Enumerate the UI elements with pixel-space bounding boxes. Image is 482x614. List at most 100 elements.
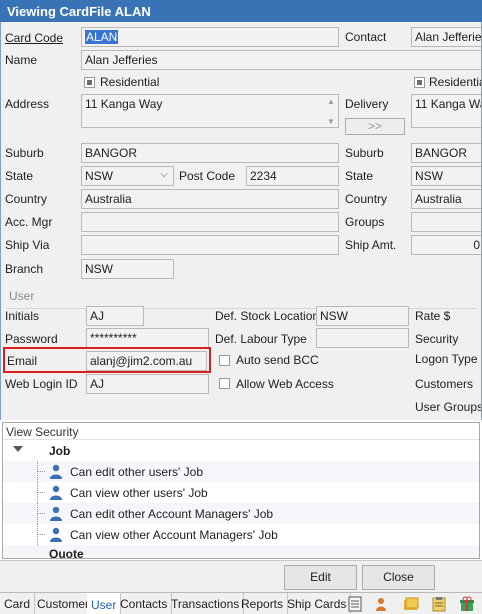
folder-icon[interactable] (403, 596, 419, 612)
window-title: Viewing CardFile ALAN (0, 0, 482, 22)
delivery-suburb-field[interactable]: BANGOR (411, 143, 481, 163)
ship-amt-field[interactable]: 0 (411, 235, 481, 255)
card-code-label: Card Code (5, 31, 64, 45)
tree-group-job[interactable]: Job (3, 440, 479, 461)
logon-type-label: Logon Type (415, 352, 478, 366)
post-code-label: Post Code (179, 169, 236, 183)
delivery-country-label: Country (345, 192, 388, 206)
residential-label: Residential (100, 75, 160, 89)
user-icon (50, 527, 62, 542)
security-label: Security (415, 332, 459, 346)
delivery-address-field[interactable]: 11 Kanga Way (411, 94, 481, 128)
web-login-id-label: Web Login ID (5, 377, 78, 391)
tab-customer[interactable]: Customer (33, 593, 95, 614)
branch-label: Branch (5, 262, 44, 276)
user-card-icon[interactable] (374, 596, 390, 612)
allow-web-access-checkbox[interactable] (219, 378, 230, 389)
suburb-field[interactable]: BANGOR (81, 143, 339, 163)
user-icon (50, 464, 62, 479)
country-label: Country (5, 192, 48, 206)
view-security-title: View Security (3, 423, 479, 440)
tab-card[interactable]: Card (0, 593, 36, 614)
groups-field[interactable] (411, 212, 481, 232)
name-label: Name (5, 53, 38, 67)
residential-checkbox[interactable] (84, 77, 95, 88)
tab-contacts[interactable]: Contacts (116, 593, 173, 614)
tree-item-label: Can edit other users' Job (70, 465, 204, 479)
collapse-icon[interactable] (13, 446, 23, 452)
ship-via-field[interactable] (81, 235, 339, 255)
notes-icon[interactable] (347, 596, 363, 612)
delivery-residential-checkbox[interactable] (414, 77, 425, 88)
delivery-label: Delivery (345, 97, 389, 111)
def-labour-type-label: Def. Labour Type (215, 332, 307, 346)
tree-group-label: Job (49, 444, 71, 458)
edit-button[interactable]: Edit (284, 565, 357, 590)
tree-item-label: Can edit other Account Managers' Job (70, 507, 274, 521)
web-login-id-field[interactable]: AJ (86, 374, 209, 394)
tree-item[interactable]: Can edit other Account Managers' Job (3, 503, 479, 524)
branch-field[interactable]: NSW (81, 259, 174, 279)
view-security-panel: View Security Job Can edit other users' … (2, 422, 480, 559)
user-icon (50, 485, 62, 500)
email-field[interactable]: alanj@jim2.com.au (86, 351, 207, 371)
suburb-label: Suburb (5, 146, 44, 160)
def-labour-type-field[interactable] (316, 328, 409, 348)
cardfile-form: Card Code ALAN Contact Alan Jefferies Na… (0, 22, 482, 420)
user-icon (50, 506, 62, 521)
user-section-label: User (9, 289, 35, 303)
state-label: State (5, 169, 34, 183)
chevron-down-icon[interactable]: ⌵ (160, 169, 168, 180)
address-field[interactable]: 11 Kanga Way ▲ ▼ (81, 94, 339, 128)
rate-label: Rate $ (415, 309, 451, 323)
post-code-field[interactable]: 2234 (246, 166, 339, 186)
tab-bar: Card Customer User Contacts Transactions… (0, 592, 482, 614)
def-stock-location-field[interactable]: NSW (316, 306, 409, 326)
close-button[interactable]: Close (362, 565, 435, 590)
clipboard-icon[interactable] (431, 596, 447, 612)
card-code-field[interactable]: ALAN (81, 27, 339, 47)
def-stock-location-label: Def. Stock Location (215, 309, 320, 323)
copy-address-button[interactable]: >> (345, 118, 405, 135)
tab-reports[interactable]: Reports (237, 593, 289, 614)
tree-item[interactable]: Can view other Account Managers' Job (3, 524, 479, 545)
address-label: Address (5, 97, 50, 111)
initials-field[interactable]: AJ (86, 306, 144, 326)
delivery-residential-label: Residential (429, 75, 481, 89)
tree-group-label: Quote (49, 547, 84, 559)
auto-send-bcc-label: Auto send BCC (236, 353, 319, 367)
tree-item-label: Can view other users' Job (70, 486, 208, 500)
tree-item-label: Can view other Account Managers' Job (70, 528, 278, 542)
email-label: Email (7, 354, 38, 368)
groups-label: Groups (345, 215, 385, 229)
password-field[interactable]: ********** (86, 328, 209, 348)
tree-item[interactable]: Can edit other users' Job (3, 461, 479, 482)
allow-web-access-label: Allow Web Access (236, 377, 334, 391)
acc-mgr-field[interactable] (81, 212, 339, 232)
address-text: 11 Kanga Way (85, 97, 163, 111)
gift-icon[interactable] (459, 596, 475, 612)
state-select[interactable]: NSW ⌵ (81, 166, 174, 186)
ship-via-label: Ship Via (5, 238, 50, 252)
delivery-state-field[interactable]: NSW (411, 166, 481, 186)
address-scrollbar[interactable]: ▲ ▼ (326, 97, 336, 126)
country-field[interactable]: Australia (81, 189, 339, 209)
delivery-state-label: State (345, 169, 374, 183)
customers-label: Customers (415, 377, 474, 391)
delivery-suburb-label: Suburb (345, 146, 384, 160)
name-field[interactable]: Alan Jefferies (81, 50, 481, 70)
auto-send-bcc-checkbox[interactable] (219, 355, 230, 366)
tab-ship-cards[interactable]: Ship Cards (283, 593, 352, 614)
contact-label: Contact (345, 30, 387, 44)
delivery-country-field[interactable]: Australia (411, 189, 481, 209)
contact-field[interactable]: Alan Jefferies (411, 27, 481, 47)
acc-mgr-label: Acc. Mgr (5, 215, 53, 229)
initials-label: Initials (5, 309, 40, 323)
user-groups-label: User Groups (415, 400, 482, 414)
ship-amt-label: Ship Amt. (345, 238, 397, 252)
state-value: NSW (85, 169, 113, 183)
tree-group-quote[interactable]: Quote (3, 545, 479, 559)
tab-transactions[interactable]: Transactions (167, 593, 245, 614)
password-label: Password (5, 332, 58, 346)
tree-item[interactable]: Can view other users' Job (3, 482, 479, 503)
